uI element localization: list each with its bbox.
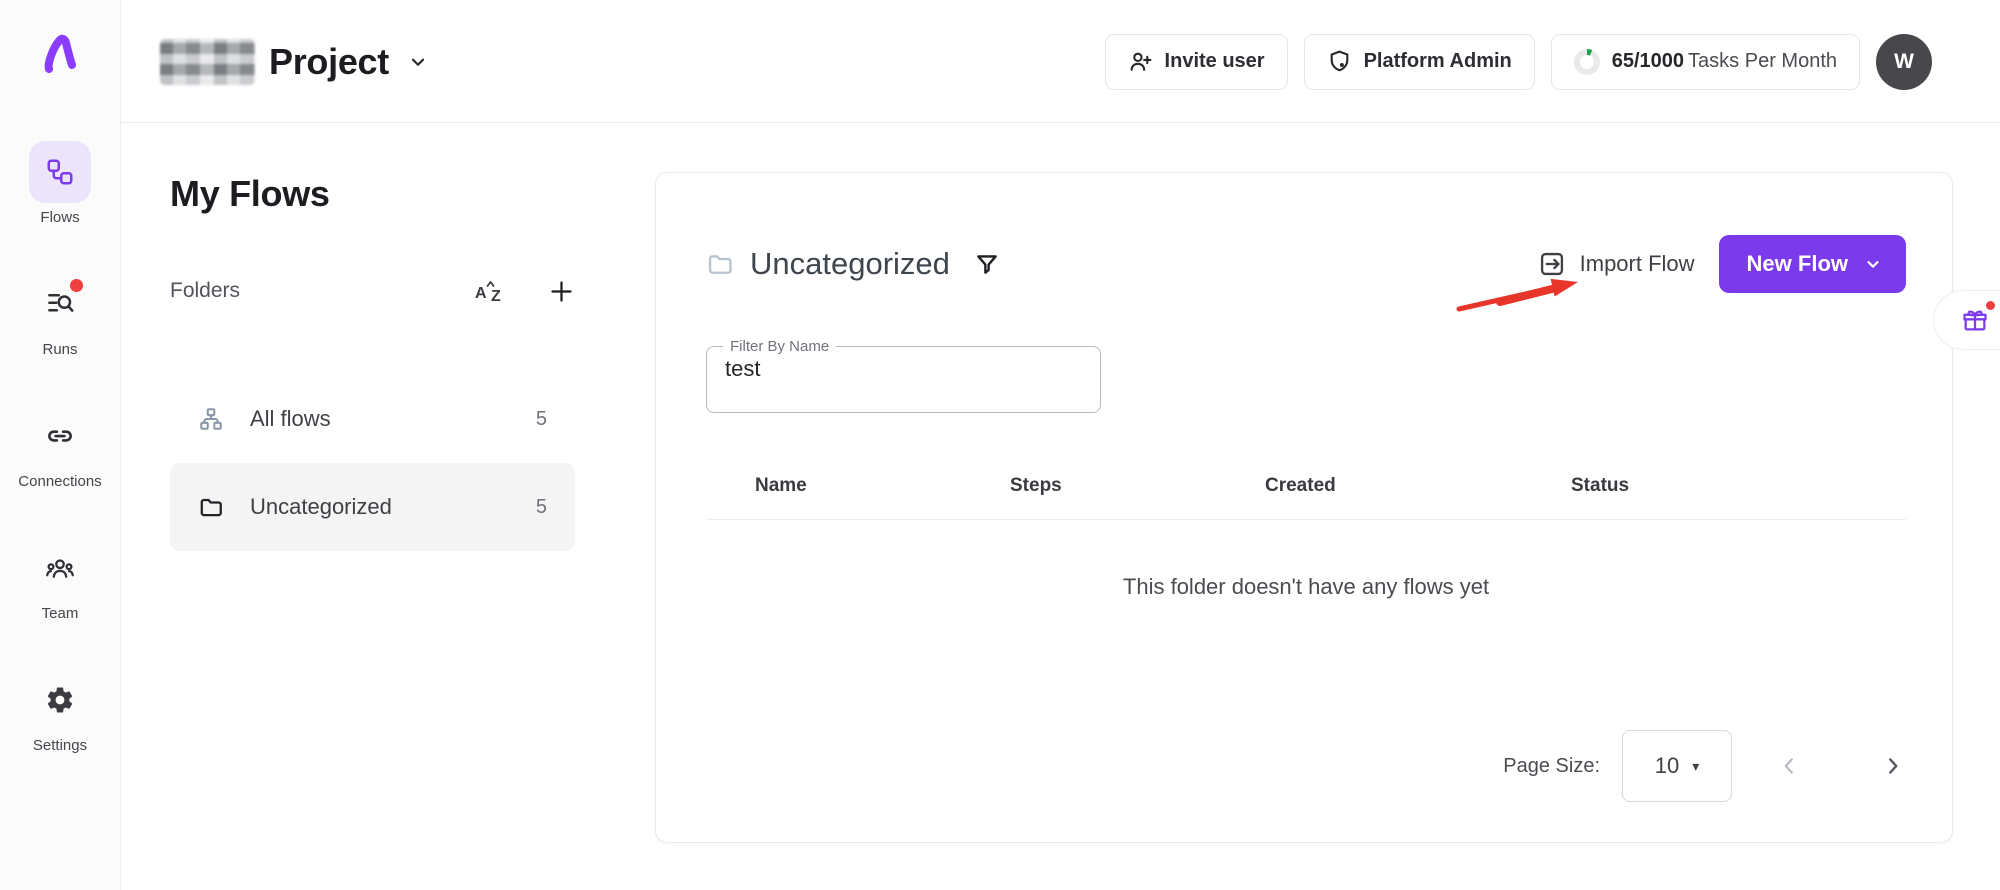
sort-az-icon: AZ	[474, 277, 506, 305]
list-search-icon	[29, 273, 91, 335]
sidebar-nav: Flows Runs Connections Team Setting	[0, 141, 120, 754]
shield-icon	[1327, 49, 1352, 74]
chevron-down-icon	[407, 51, 429, 73]
svg-text:A: A	[475, 285, 487, 302]
app-logo-icon[interactable]	[43, 34, 77, 81]
sidebar-item-flows[interactable]: Flows	[29, 141, 91, 226]
folder-icon	[198, 494, 224, 520]
column-header-created: Created	[1265, 475, 1571, 497]
folder-icon	[706, 250, 734, 278]
import-flow-label: Import Flow	[1580, 251, 1695, 277]
pagination: Page Size: 10 ▾	[1503, 730, 1906, 802]
page-size-select[interactable]: 10 ▾	[1622, 730, 1732, 802]
column-header-status: Status	[1571, 475, 1906, 497]
table-header-row: Name Steps Created Status	[706, 475, 1906, 520]
folder-row-uncategorized[interactable]: Uncategorized 5	[170, 463, 575, 551]
card-header-actions: Import Flow New Flow	[1538, 235, 1906, 293]
next-page-button[interactable]	[1880, 753, 1906, 779]
new-flow-button[interactable]: New Flow	[1719, 235, 1906, 293]
header-actions: Invite user Platform Admin 65/1000Tasks …	[1105, 0, 1932, 123]
folder-name: Uncategorized	[250, 494, 392, 520]
plus-icon	[548, 278, 575, 305]
notification-dot	[1986, 301, 1995, 310]
folder-list: All flows 5 Uncategorized 5	[170, 375, 575, 551]
folder-row-all-flows[interactable]: All flows 5	[170, 375, 575, 463]
platform-admin-label: Platform Admin	[1364, 50, 1512, 73]
chevron-down-icon	[1864, 255, 1882, 273]
sort-az-button[interactable]: AZ	[474, 277, 506, 305]
folder-count: 5	[536, 408, 547, 431]
card-header: Uncategorized Import Flow New Flow	[706, 235, 1906, 293]
page-title: My Flows	[170, 173, 575, 215]
project-switcher[interactable]: Project	[160, 0, 429, 123]
avatar[interactable]: W	[1876, 34, 1932, 90]
page-size-value: 10	[1655, 753, 1679, 779]
chevron-left-icon	[1776, 753, 1802, 779]
filter-field-label: Filter By Name	[723, 339, 836, 354]
team-icon	[29, 537, 91, 599]
folders-panel: My Flows Folders AZ All flows 5 Uncatego…	[170, 173, 575, 551]
tasks-unit-label: Tasks Per Month	[1688, 50, 1837, 72]
top-header: Project Invite user Platform Admin 65/10…	[121, 0, 2000, 123]
invite-user-button[interactable]: Invite user	[1105, 34, 1288, 90]
filter-by-name-field: Filter By Name	[706, 339, 1101, 413]
sidebar-item-label: Team	[42, 605, 79, 622]
sidebar-item-label: Flows	[40, 209, 79, 226]
previous-page-button[interactable]	[1776, 753, 1802, 779]
folders-heading: Folders	[170, 279, 240, 303]
page-size-label: Page Size:	[1503, 755, 1600, 778]
tasks-progress-ring	[1574, 49, 1600, 75]
chevron-right-icon	[1880, 753, 1906, 779]
import-flow-button[interactable]: Import Flow	[1538, 250, 1695, 278]
empty-state-message: This folder doesn't have any flows yet	[706, 574, 1906, 600]
sidebar-item-label: Settings	[33, 737, 87, 754]
sidebar-item-runs[interactable]: Runs	[29, 273, 91, 358]
link-icon	[29, 405, 91, 467]
caret-down-icon: ▾	[1692, 758, 1699, 775]
filter-button[interactable]	[974, 251, 1000, 277]
tasks-count: 65/1000	[1612, 50, 1684, 72]
sidebar-item-label: Runs	[42, 341, 77, 358]
sidebar-item-connections[interactable]: Connections	[18, 405, 101, 490]
svg-text:Z: Z	[491, 288, 501, 305]
sidebar-item-settings[interactable]: Settings	[29, 669, 91, 754]
tasks-quota-button[interactable]: 65/1000Tasks Per Month	[1551, 34, 1860, 90]
sidebar-item-label: Connections	[18, 473, 101, 490]
funnel-icon	[974, 251, 1000, 277]
network-icon	[198, 406, 224, 432]
folder-name: All flows	[250, 406, 331, 432]
add-folder-button[interactable]	[548, 278, 575, 305]
flows-table-card: Uncategorized Import Flow New Flow Filte…	[655, 172, 1953, 843]
card-folder-title: Uncategorized	[750, 246, 950, 282]
import-icon	[1538, 250, 1566, 278]
user-plus-icon	[1128, 49, 1153, 74]
platform-admin-button[interactable]: Platform Admin	[1304, 34, 1535, 90]
gear-icon	[29, 669, 91, 731]
column-header-steps: Steps	[1010, 475, 1265, 497]
new-flow-label: New Flow	[1747, 251, 1848, 277]
filter-by-name-input[interactable]	[717, 354, 1071, 394]
sidebar-item-team[interactable]: Team	[29, 537, 91, 622]
invite-user-label: Invite user	[1165, 50, 1265, 73]
notification-dot	[70, 279, 83, 292]
workflow-icon	[29, 141, 91, 203]
rewards-tab[interactable]	[1933, 290, 2000, 350]
redacted-project-name	[160, 39, 255, 85]
gift-icon	[1961, 306, 1989, 334]
project-title: Project	[269, 41, 389, 83]
column-header-name: Name	[755, 475, 1010, 497]
sidebar: Flows Runs Connections Team Setting	[0, 0, 121, 890]
folders-header: Folders AZ	[170, 277, 575, 305]
folder-count: 5	[536, 496, 547, 519]
